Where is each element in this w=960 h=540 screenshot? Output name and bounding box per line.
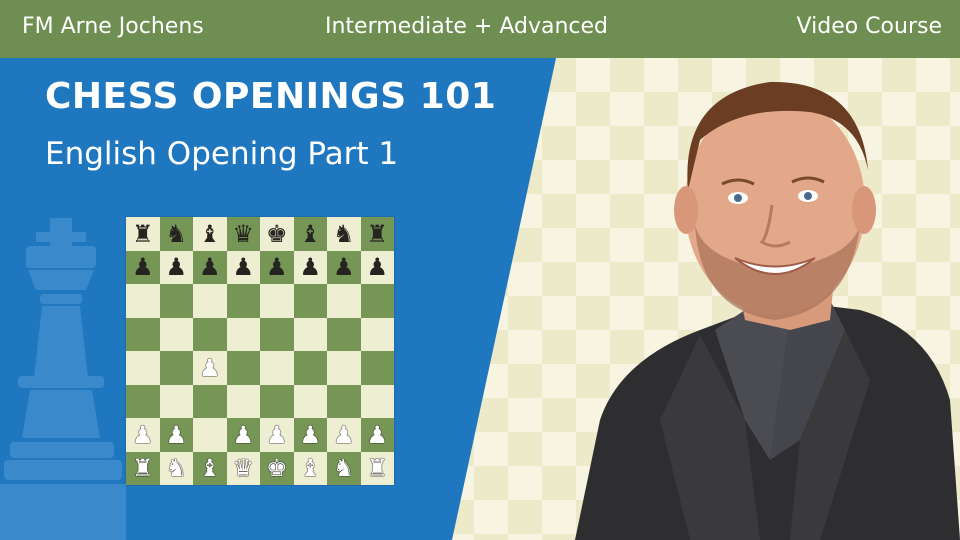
presenter-portrait	[575, 81, 960, 540]
